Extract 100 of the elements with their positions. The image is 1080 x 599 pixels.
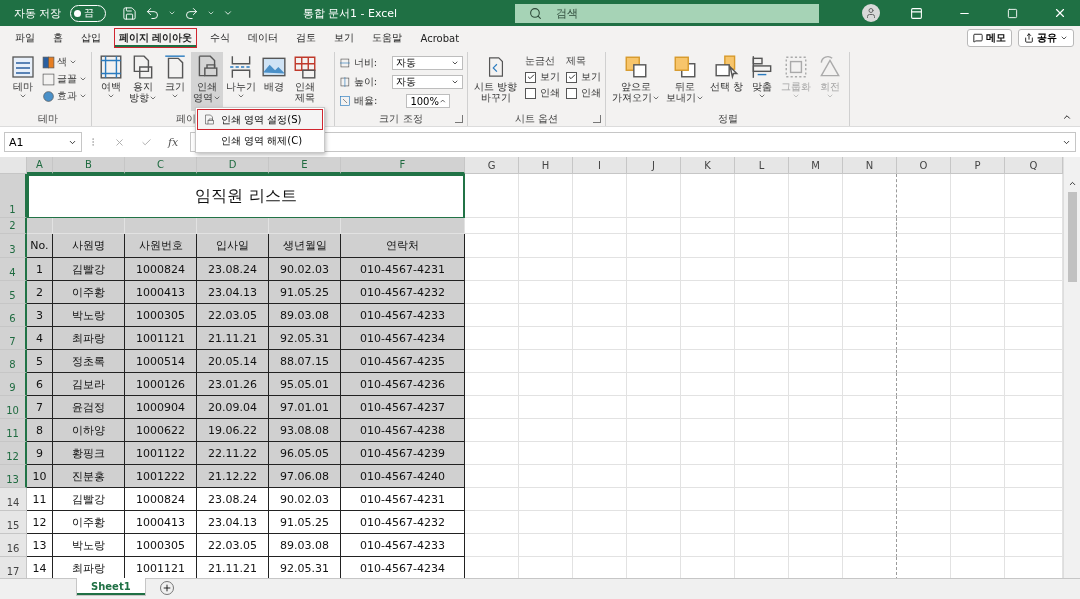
column-header[interactable]: L — [735, 157, 789, 174]
table-cell: 88.07.15 — [269, 350, 341, 373]
column-header[interactable]: H — [519, 157, 573, 174]
table-cell: 3 — [27, 304, 53, 327]
table-cell: 93.08.08 — [269, 419, 341, 442]
ribbon-button[interactable]: 나누기 — [224, 52, 258, 111]
column-header[interactable]: A — [27, 157, 53, 174]
ribbon-button[interactable]: 여백 — [96, 52, 126, 111]
row-header[interactable]: 7 — [0, 327, 27, 350]
spin-field[interactable]: 100% — [406, 94, 451, 108]
insert-function-button[interactable]: fx — [168, 135, 179, 149]
row-header[interactable]: 3 — [0, 234, 27, 258]
row-header[interactable]: 9 — [0, 373, 27, 396]
column-header[interactable]: P — [951, 157, 1005, 174]
search-field[interactable]: 검색 — [515, 3, 820, 23]
table-cell: 22.03.05 — [197, 304, 269, 327]
column-header[interactable]: B — [53, 157, 125, 174]
table-cell: 진분홍 — [53, 465, 125, 488]
table-cell: 1000824 — [125, 488, 197, 511]
ribbon-small-button[interactable]: 효과 — [42, 88, 87, 104]
ribbon-small-button[interactable]: 색 — [42, 54, 87, 70]
row-header[interactable]: 15 — [0, 511, 27, 534]
row-header[interactable]: 10 — [0, 396, 27, 419]
row-header[interactable]: 17 — [0, 557, 27, 580]
checkbox[interactable]: 인쇄 — [525, 86, 561, 100]
ribbon-button[interactable]: 크기 — [160, 52, 190, 111]
ribbon-tab[interactable]: 수식 — [205, 28, 236, 48]
row-header[interactable]: 4 — [0, 258, 27, 281]
table-cell: 010-4567-4232 — [341, 511, 465, 534]
dropdown-field[interactable]: 자동 — [392, 75, 463, 89]
table-cell: 윤검정 — [53, 396, 125, 419]
ribbon-button[interactable]: 테마 — [8, 52, 38, 111]
table-title: 임직원 리스트 — [27, 174, 465, 218]
ribbon-tab[interactable]: Acrobat — [415, 29, 465, 47]
column-header[interactable]: O — [897, 157, 951, 174]
table-cell: 5 — [27, 350, 53, 373]
table-cell: 9 — [27, 442, 53, 465]
row-header[interactable]: 11 — [0, 419, 27, 442]
ribbon-button[interactable]: 인쇄 제목 — [290, 52, 320, 111]
column-header[interactable]: C — [125, 157, 197, 174]
row-header[interactable]: 8 — [0, 350, 27, 373]
row-header[interactable]: 5 — [0, 281, 27, 304]
table-cell: 10 — [27, 465, 53, 488]
ribbon-tab[interactable]: 파일 — [10, 28, 40, 48]
table-cell: 23.04.13 — [197, 281, 269, 304]
table-cell: 김빨강 — [53, 488, 125, 511]
row-header[interactable]: 1 — [0, 174, 27, 218]
column-header[interactable]: F — [341, 157, 465, 174]
option-title: 눈금선 — [525, 54, 557, 68]
column-header[interactable]: J — [627, 157, 681, 174]
row-header[interactable]: 16 — [0, 534, 27, 557]
table-cell: 김빨강 — [53, 258, 125, 281]
checkbox[interactable]: 보기 — [566, 70, 602, 84]
dropdown-field[interactable]: 자동 — [392, 56, 463, 70]
ribbon-button[interactable]: 용지 방향 — [127, 52, 159, 111]
menu-item[interactable]: 인쇄 영역 설정(S) — [197, 109, 323, 130]
ribbon-button[interactable]: 뒤로 보내기 — [664, 52, 707, 111]
table-cell: 010-4567-4231 — [341, 488, 465, 511]
ribbon-tab[interactable]: 삽입 — [76, 28, 106, 48]
ribbon-tab[interactable]: 홈 — [48, 28, 68, 48]
column-header[interactable]: K — [681, 157, 735, 174]
ribbon-tab[interactable]: 보기 — [329, 28, 360, 48]
ribbon-tab[interactable]: 검토 — [291, 28, 322, 48]
ribbon-tab[interactable]: 데이터 — [243, 28, 284, 48]
ribbon-tab[interactable]: 도움말 — [367, 28, 408, 48]
table-cell: 95.05.01 — [269, 373, 341, 396]
table-cell: 91.05.25 — [269, 281, 341, 304]
table-cell: 010-4567-4240 — [341, 465, 465, 488]
checkbox[interactable]: 인쇄 — [566, 86, 602, 100]
table-cell: 21.11.21 — [197, 327, 269, 350]
table-cell: 20.05.14 — [197, 350, 269, 373]
comments-button[interactable]: 메모 — [967, 29, 1012, 47]
column-header[interactable]: M — [789, 157, 843, 174]
option-title: 제목 — [566, 54, 588, 68]
ribbon-tab[interactable]: 페이지 레이아웃 — [114, 28, 198, 48]
row-header[interactable]: 14 — [0, 488, 27, 511]
checkbox[interactable]: 보기 — [525, 70, 561, 84]
row-header[interactable]: 2 — [0, 218, 27, 234]
column-heading: 생년월일 — [269, 234, 341, 258]
column-header[interactable]: D — [197, 157, 269, 174]
ribbon-button[interactable]: 인쇄 영역 — [191, 52, 223, 111]
column-header[interactable]: G — [465, 157, 519, 174]
name-box[interactable]: A1 — [4, 132, 82, 152]
ribbon-button[interactable]: 선택 창 — [708, 52, 746, 111]
share-button[interactable]: 공유 — [1018, 29, 1074, 47]
sheet-tab[interactable]: Sheet1 — [76, 578, 146, 596]
column-header[interactable]: Q — [1005, 157, 1063, 174]
ribbon-button[interactable]: 앞으로 가져오기 — [610, 52, 663, 111]
ribbon-small-button[interactable]: 글꼴 — [42, 71, 87, 87]
ribbon-button[interactable]: 시트 방향 바꾸기 — [472, 52, 520, 111]
table-cell: 1001122 — [125, 442, 197, 465]
row-header[interactable]: 12 — [0, 442, 27, 465]
column-header[interactable]: I — [573, 157, 627, 174]
row-header[interactable]: 13 — [0, 465, 27, 488]
column-header[interactable]: E — [269, 157, 341, 174]
table-cell: 황핑크 — [53, 442, 125, 465]
ribbon-button[interactable]: 맞춤 — [747, 52, 778, 111]
table-cell: 20.09.04 — [197, 396, 269, 419]
row-header[interactable]: 6 — [0, 304, 27, 327]
column-header[interactable]: N — [843, 157, 897, 174]
